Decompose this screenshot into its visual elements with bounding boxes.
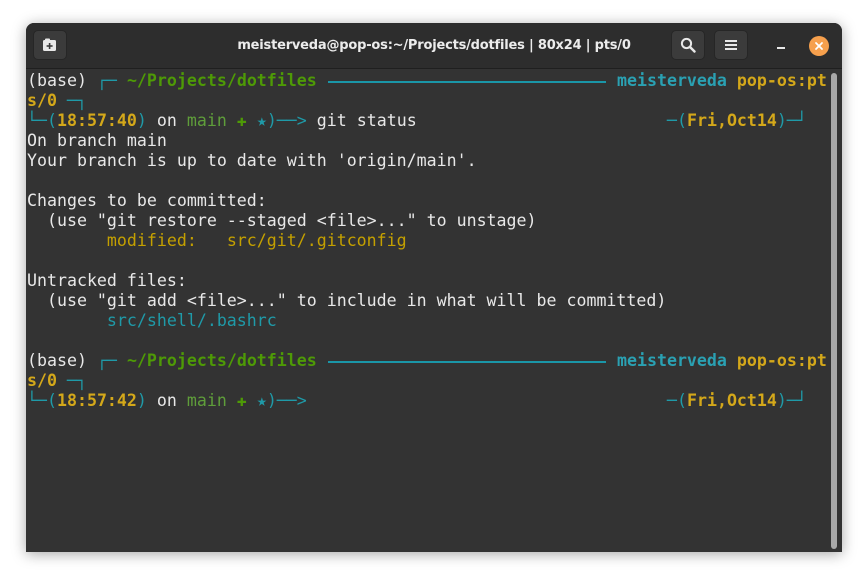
prompt-tail: ─┐	[66, 91, 87, 110]
prompt-time: 18:57:42	[56, 391, 137, 410]
prompt-path: ~/Projects/dotfiles	[126, 71, 317, 90]
prompt-arrow: )──>	[266, 391, 307, 410]
prompt-tail: ─┐	[66, 371, 87, 390]
prompt-host: pop-os:pt	[736, 351, 827, 370]
prompt-rule	[328, 81, 606, 83]
prompt-host-wrap: s/0 ─┐	[27, 91, 87, 111]
search-icon	[680, 37, 696, 53]
date-text: Fri,Oct14	[686, 111, 777, 130]
conda-env: (base)	[27, 351, 87, 370]
menu-button[interactable]	[714, 30, 748, 60]
prompt-host-continued: s/0	[27, 371, 57, 390]
close-icon	[815, 42, 823, 50]
prompt-host-continued: s/0	[27, 91, 57, 110]
prompt-host: pop-os:pt	[736, 71, 827, 90]
untracked-file-line: src/shell/.bashrc	[27, 311, 277, 330]
prompt-user: meisterveda	[617, 351, 727, 370]
untracked-icon: ★	[246, 391, 267, 410]
terminal-window: meisterveda@pop-os:~/Projects/dotfiles |…	[26, 23, 842, 552]
command-text: git status	[306, 111, 417, 130]
output-line: (use "git add <file>..." to include in w…	[27, 291, 667, 310]
close-button[interactable]	[809, 36, 829, 56]
prompt-date: ─(Fri,Oct14)─┘	[667, 111, 807, 131]
staged-icon: ✚	[226, 391, 247, 410]
prompt-user-host: meisterveda pop-os:pt	[617, 71, 827, 91]
git-branch: main	[186, 111, 227, 130]
output-line: (use "git restore --staged <file>..." to…	[27, 211, 537, 230]
title-bar: meisterveda@pop-os:~/Projects/dotfiles |…	[26, 23, 842, 69]
terminal-output[interactable]: (base) ┌─ ~/Projects/dotfiles meisterved…	[26, 69, 827, 552]
prompt-header: (base) ┌─ ~/Projects/dotfiles	[27, 351, 317, 371]
prompt-corner-top: ┌─	[96, 71, 117, 90]
staged-icon: ✚	[226, 111, 247, 130]
prompt-user: meisterveda	[617, 71, 727, 90]
date-suffix: )─┘	[776, 391, 807, 410]
date-text: Fri,Oct14	[686, 391, 777, 410]
output-line: Untracked files:	[27, 271, 187, 290]
minimize-icon	[777, 47, 785, 49]
window-title: meisterveda@pop-os:~/Projects/dotfiles |…	[237, 38, 631, 53]
date-suffix: )─┘	[776, 111, 807, 130]
prompt-arrow: )──>	[266, 111, 307, 130]
new-tab-button[interactable]	[33, 30, 67, 60]
minimize-button[interactable]	[769, 38, 793, 52]
git-branch: main	[186, 391, 227, 410]
output-line: Changes to be committed:	[27, 191, 267, 210]
modified-label: modified:	[27, 231, 227, 250]
new-tab-icon	[43, 38, 56, 51]
prompt-host-wrap: s/0 ─┐	[27, 371, 87, 391]
prompt-corner-bottom: └─(	[27, 391, 57, 410]
search-button[interactable]	[671, 30, 705, 60]
date-prefix: ─(	[667, 391, 687, 410]
prompt-close-paren: )	[136, 391, 147, 410]
prompt-path: ~/Projects/dotfiles	[126, 351, 317, 370]
untracked-icon: ★	[246, 111, 267, 130]
prompt-line: └─(18:57:42) on main ✚ ★)──>	[27, 391, 307, 411]
prompt-corner-top: ┌─	[96, 351, 117, 370]
prompt-user-host: meisterveda pop-os:pt	[617, 351, 827, 371]
prompt-on: on	[146, 391, 187, 410]
date-prefix: ─(	[667, 111, 687, 130]
prompt-close-paren: )	[136, 111, 147, 130]
conda-env: (base)	[27, 71, 87, 90]
prompt-header: (base) ┌─ ~/Projects/dotfiles	[27, 71, 317, 91]
prompt-on: on	[146, 111, 187, 130]
modified-file: src/git/.gitconfig	[226, 231, 407, 250]
hamburger-menu-icon	[725, 40, 737, 50]
modified-file-line: modified: src/git/.gitconfig	[27, 231, 407, 251]
prompt-date: ─(Fri,Oct14)─┘	[667, 391, 807, 411]
prompt-line: └─(18:57:40) on main ✚ ★)──> git status	[27, 111, 417, 131]
prompt-corner-bottom: └─(	[27, 111, 57, 130]
prompt-rule	[328, 361, 606, 363]
output-line: Your branch is up to date with 'origin/m…	[27, 151, 477, 170]
scrollbar[interactable]	[831, 73, 837, 549]
prompt-time: 18:57:40	[56, 111, 137, 130]
output-line: On branch main	[27, 131, 167, 150]
